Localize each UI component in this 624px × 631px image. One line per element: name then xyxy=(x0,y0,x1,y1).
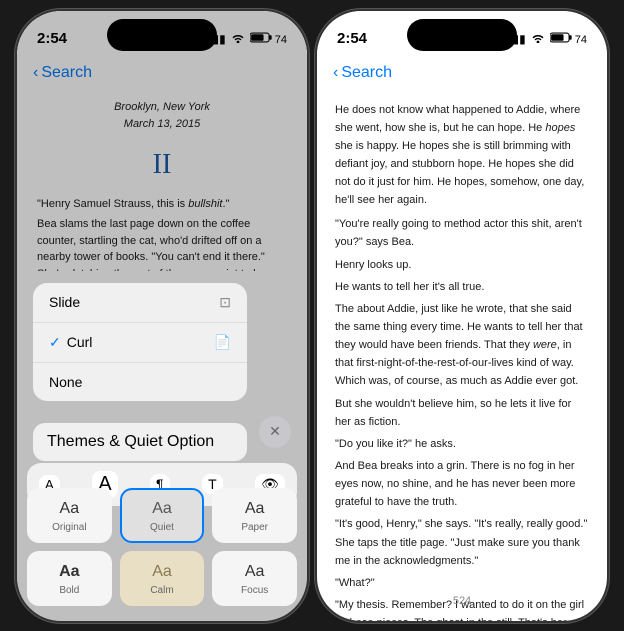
theme-focus[interactable]: Aa Focus xyxy=(212,551,297,606)
wifi-icon-right xyxy=(531,32,545,46)
theme-original-text: Aa xyxy=(37,500,102,518)
theme-calm[interactable]: Aa Calm xyxy=(120,551,205,606)
book-content-right: He does not know what happened to Addie,… xyxy=(317,91,607,621)
theme-calm-text: Aa xyxy=(130,563,195,581)
theme-paper[interactable]: Aa Paper xyxy=(212,488,297,543)
theme-bold-label: Bold xyxy=(37,585,102,596)
scroll-option-curl[interactable]: ✓ Curl 📄 xyxy=(33,323,247,363)
theme-bold-text: Aa xyxy=(37,563,102,581)
theme-original-label: Original xyxy=(37,522,102,533)
right-para-4: The about Addie, just like he wrote, tha… xyxy=(335,300,589,391)
right-para-3: He wants to tell her it's all true. xyxy=(335,278,589,296)
back-button-right[interactable]: ‹ Search xyxy=(333,64,392,82)
theme-bold[interactable]: Aa Bold xyxy=(27,551,112,606)
dynamic-island-right xyxy=(407,19,517,51)
scroll-none-label: None xyxy=(49,374,82,390)
themes-label: Themes & Quiet Option xyxy=(47,433,214,451)
theme-paper-text: Aa xyxy=(222,500,287,518)
curl-check: ✓ xyxy=(49,334,61,351)
phones-container: 2:54 ▮▮▮ 74 ‹ Search Brooklyn, Ne xyxy=(17,11,607,621)
scroll-slide-label: Slide xyxy=(49,294,80,310)
status-icons-right: ▮▮▮ 74 xyxy=(506,32,587,46)
right-para-1: "You're really going to method actor thi… xyxy=(335,215,589,251)
theme-tiles-grid: Aa Original Aa Quiet Aa Paper Aa Bold Aa… xyxy=(27,488,297,606)
theme-original[interactable]: Aa Original xyxy=(27,488,112,543)
nav-bar-right: ‹ Search xyxy=(317,55,607,91)
theme-quiet-text: Aa xyxy=(130,500,195,518)
theme-quiet[interactable]: Aa Quiet xyxy=(120,488,205,543)
scroll-option-slide[interactable]: Slide ⊡ xyxy=(33,283,247,323)
close-button[interactable]: ✕ xyxy=(259,416,291,448)
back-label-right: Search xyxy=(341,64,392,82)
right-para-6: "Do you like it?" he asks. xyxy=(335,435,589,453)
left-phone: 2:54 ▮▮▮ 74 ‹ Search Brooklyn, Ne xyxy=(17,11,307,621)
right-para-2: Henry looks up. xyxy=(335,256,589,274)
theme-calm-label: Calm xyxy=(130,585,195,596)
right-para-5: But she wouldn't believe him, so he lets… xyxy=(335,395,589,431)
scroll-curl-icon: 📄 xyxy=(214,334,231,351)
scroll-slide-icon: ⊡ xyxy=(219,294,231,311)
scroll-curl-label: Curl xyxy=(67,334,93,350)
scroll-option-none[interactable]: None xyxy=(33,363,247,401)
right-para-7: And Bea breaks into a grin. There is no … xyxy=(335,457,589,511)
right-para-8: "It's good, Henry," she says. "It's real… xyxy=(335,515,589,569)
page-number: 524 xyxy=(453,595,471,607)
theme-focus-label: Focus xyxy=(222,585,287,596)
theme-focus-text: Aa xyxy=(222,563,287,581)
themes-options-bar: Themes & Quiet Option xyxy=(33,423,247,461)
time-right: 2:54 xyxy=(337,30,367,47)
theme-quiet-label: Quiet xyxy=(130,522,195,533)
right-phone: 2:54 ▮▮▮ 74 ‹ Search He does not know wh… xyxy=(317,11,607,621)
back-chevron-icon-right: ‹ xyxy=(333,64,338,82)
battery-icon-right: 74 xyxy=(550,32,587,46)
right-para-9: "What?" xyxy=(335,574,589,592)
right-para-0: He does not know what happened to Addie,… xyxy=(335,101,589,210)
scroll-options-menu: Slide ⊡ ✓ Curl 📄 None xyxy=(33,283,247,401)
theme-paper-label: Paper xyxy=(222,522,287,533)
